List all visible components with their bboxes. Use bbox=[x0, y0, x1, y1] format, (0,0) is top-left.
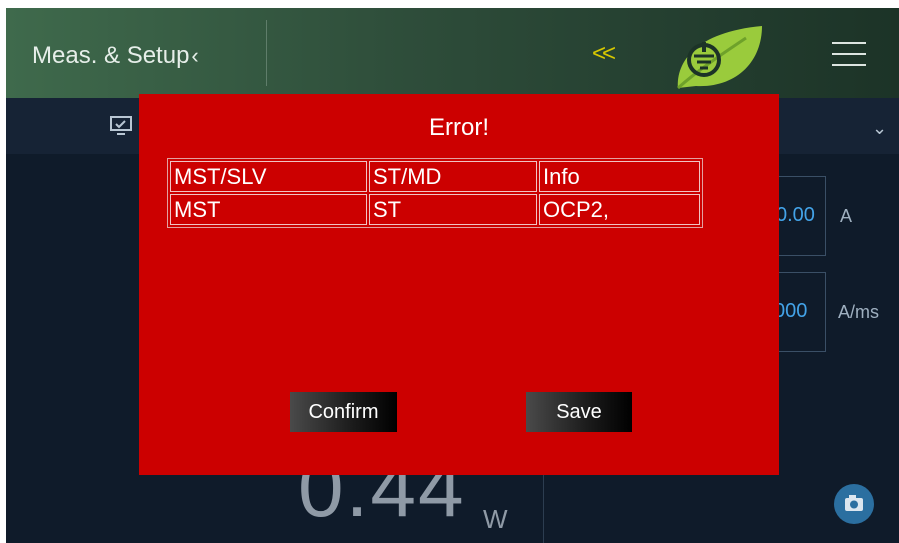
error-table: MST/SLV ST/MD Info MST ST OCP2, bbox=[167, 158, 703, 228]
app-header: Meas. & Setup‹ << bbox=[6, 8, 899, 98]
app-screen: Meas. & Setup‹ << ⌄ 0.00 A 000 A/ms 0.44… bbox=[6, 8, 899, 543]
page-title-text: Meas. & Setup bbox=[32, 42, 190, 69]
dialog-title: Error! bbox=[429, 114, 489, 141]
monitor-icon[interactable] bbox=[110, 116, 132, 136]
save-button[interactable]: Save bbox=[526, 392, 632, 432]
table-row: MST ST OCP2, bbox=[170, 194, 700, 225]
power-unit: W bbox=[483, 504, 508, 534]
error-dialog: Error! MST/SLV ST/MD Info MST ST OCP2, C… bbox=[139, 94, 779, 475]
header-divider bbox=[266, 20, 267, 86]
camera-icon bbox=[845, 495, 863, 511]
table-header-row: MST/SLV ST/MD Info bbox=[170, 161, 700, 192]
column-header-mst-slv: MST/SLV bbox=[170, 161, 367, 192]
chevron-left-icon[interactable]: ‹ bbox=[191, 43, 198, 68]
menu-icon[interactable] bbox=[832, 42, 866, 66]
column-header-info: Info bbox=[539, 161, 700, 192]
table-cell: MST bbox=[170, 194, 367, 225]
table-cell: OCP2, bbox=[539, 194, 700, 225]
column-header-st-md: ST/MD bbox=[369, 161, 537, 192]
current-value: 0.00 bbox=[776, 204, 815, 226]
table-cell: ST bbox=[369, 194, 537, 225]
chevron-down-icon[interactable]: ⌄ bbox=[872, 118, 887, 139]
page-title[interactable]: Meas. & Setup‹ bbox=[32, 42, 199, 70]
current-unit: A bbox=[840, 206, 853, 226]
camera-button[interactable] bbox=[834, 484, 874, 524]
double-chevron-left-icon[interactable]: << bbox=[592, 40, 616, 68]
leaf-logo-icon bbox=[677, 26, 762, 90]
slew-unit: A/ms bbox=[838, 302, 880, 322]
confirm-button[interactable]: Confirm bbox=[290, 392, 397, 432]
slew-value: 000 bbox=[774, 300, 808, 322]
